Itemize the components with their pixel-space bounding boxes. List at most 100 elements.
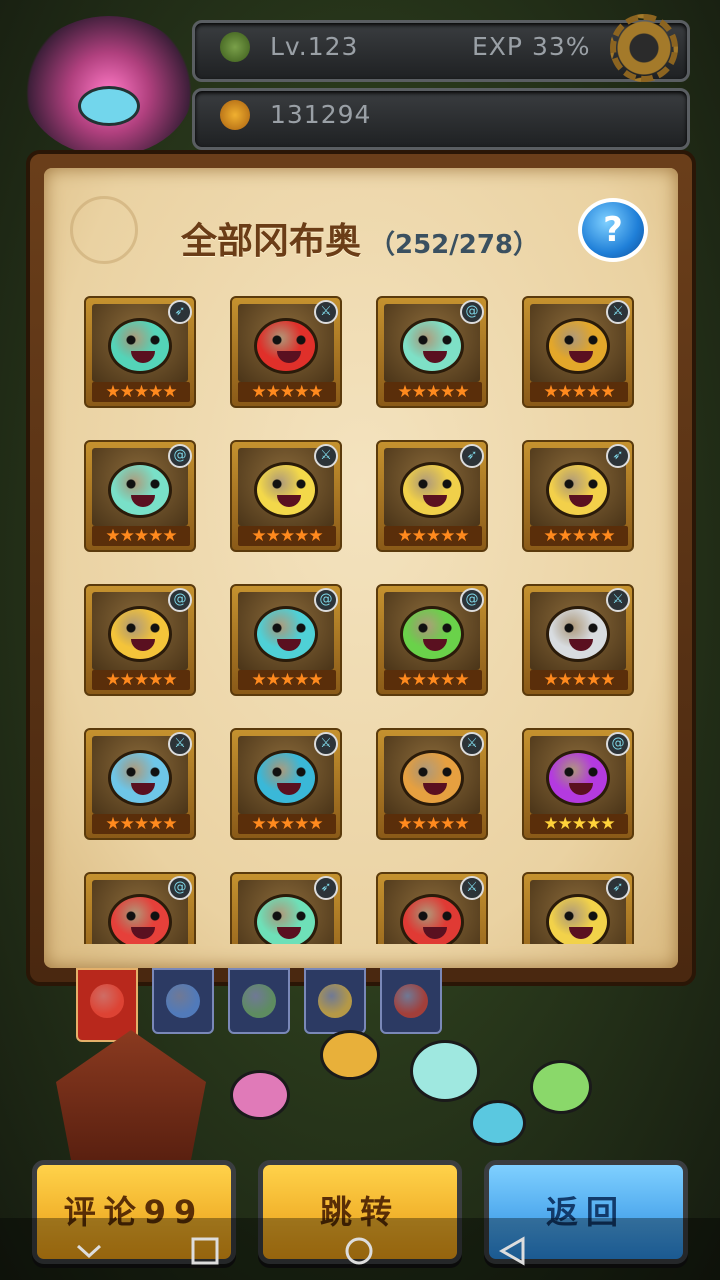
spiral-icon: @	[460, 588, 484, 612]
monster-portrait	[400, 750, 464, 806]
monster-portrait	[254, 894, 318, 944]
monster-eyes	[417, 335, 453, 345]
monster-card[interactable]: @ ★★★★★	[84, 584, 196, 696]
monster-eyes	[417, 767, 453, 777]
village-monster	[230, 1070, 290, 1120]
star-rating: ★★★★★	[92, 526, 190, 546]
village-monster	[410, 1040, 480, 1102]
monster-portrait	[400, 462, 464, 518]
currency-text: 131294	[270, 100, 372, 129]
sword-icon: ⚔	[460, 732, 484, 756]
tab-monster-icon	[394, 984, 428, 1018]
monster-mouth	[277, 927, 301, 939]
monster-card[interactable]: ⚔★★★★★	[376, 872, 488, 944]
monster-portrait	[108, 894, 172, 944]
tab-all[interactable]	[76, 968, 138, 1042]
monster-card[interactable]: @★★★★★	[84, 440, 196, 552]
monster-mouth	[277, 495, 301, 507]
monster-mouth	[131, 639, 155, 651]
monster-portrait	[400, 894, 464, 944]
monster-card[interactable]: @★★★★★	[84, 872, 196, 944]
star-rating: ★★★★★	[530, 670, 628, 690]
nav-back-icon[interactable]	[498, 1236, 528, 1266]
monster-card[interactable]: ⚔ ★★★★★	[522, 296, 634, 408]
monster-card[interactable]: ⚔ ★★★★★	[84, 728, 196, 840]
nav-home-icon[interactable]	[344, 1236, 374, 1266]
nav-down-icon[interactable]	[74, 1236, 104, 1266]
monster-card[interactable]: ➶★★★★★	[84, 296, 196, 408]
monster-card[interactable]: ⚔★★★★★	[230, 728, 342, 840]
help-button[interactable]: ?	[578, 198, 648, 262]
monster-card[interactable]: ➶★★★★★	[522, 440, 634, 552]
monster-eyes	[417, 479, 453, 489]
monster-eyes	[271, 623, 307, 633]
sword-icon: ⚔	[606, 300, 630, 324]
star-rating: ★★★★★	[238, 382, 336, 402]
monster-mouth	[277, 639, 301, 651]
village-monster	[320, 1030, 380, 1080]
arrow-icon: ➶	[606, 444, 630, 468]
sword-icon: ⚔	[168, 732, 192, 756]
monster-portrait	[108, 750, 172, 806]
monster-card[interactable]: ➶★★★★★	[376, 440, 488, 552]
monster-card[interactable]: ⚔ ★★★★★	[230, 296, 342, 408]
monster-portrait	[400, 606, 464, 662]
star-rating: ★★★★★	[92, 814, 190, 834]
fruit-icon	[220, 100, 250, 130]
spiral-icon: @	[168, 588, 192, 612]
monster-eyes	[271, 335, 307, 345]
monster-mouth	[277, 351, 301, 363]
monster-eyes	[271, 767, 307, 777]
monster-card[interactable]: @★★★★★	[230, 584, 342, 696]
tab-yellow[interactable]	[304, 968, 366, 1034]
monster-card[interactable]: @★★★★★	[522, 728, 634, 840]
monster-portrait	[254, 750, 318, 806]
exp-text: EXP 33%	[472, 32, 591, 61]
spiral-icon: @	[168, 876, 192, 900]
tab-monster-icon	[90, 984, 124, 1018]
monster-portrait	[108, 606, 172, 662]
monster-portrait	[546, 894, 610, 944]
tab-monster-icon	[318, 984, 352, 1018]
collection-title-text: 全部冈布奥	[180, 221, 361, 262]
tab-blue[interactable]	[152, 968, 214, 1034]
monster-eyes	[563, 335, 599, 345]
question-icon: ?	[603, 210, 623, 250]
monster-card[interactable]: @★★★★★	[376, 296, 488, 408]
monster-portrait	[254, 462, 318, 518]
monster-eyes	[125, 767, 161, 777]
star-rating: ★★★★★	[92, 670, 190, 690]
monster-mouth	[423, 351, 447, 363]
tab-monster-icon	[166, 984, 200, 1018]
monster-mouth	[569, 783, 593, 795]
monster-grid: ➶ ★★★★★ ⚔ ★★★★★ @ ★★★★★ ⚔ ★★★★★ @ ★★★★★ ⚔ ★★★★★ ➶ ★★★…	[84, 296, 644, 944]
tab-red[interactable]	[380, 968, 442, 1034]
monster-card[interactable]: ➶★★★★★	[522, 872, 634, 944]
monster-eyes	[125, 335, 161, 345]
monster-portrait	[546, 750, 610, 806]
monster-card[interactable]: ⚔★★★★★	[376, 728, 488, 840]
settings-gear-icon[interactable]	[610, 14, 678, 82]
monster-card[interactable]: ⚔★★★★★	[230, 440, 342, 552]
monster-portrait	[254, 606, 318, 662]
sword-icon: ⚔	[606, 588, 630, 612]
star-rating: ★★★★★	[384, 670, 482, 690]
sword-icon: ⚔	[314, 300, 338, 324]
monster-mouth	[569, 495, 593, 507]
clover-icon	[220, 32, 250, 62]
monster-card[interactable]: ⚔ ★★★★★	[522, 584, 634, 696]
arrow-icon: ➶	[168, 300, 192, 324]
star-rating: ★★★★★	[530, 814, 628, 834]
monster-portrait	[108, 318, 172, 374]
monster-eyes	[125, 623, 161, 633]
monster-portrait	[108, 462, 172, 518]
monster-card[interactable]: ➶★★★★★	[230, 872, 342, 944]
spiral-icon: @	[460, 300, 484, 324]
monster-eyes	[271, 479, 307, 489]
monster-card[interactable]: @ ★★★★★	[376, 584, 488, 696]
star-rating: ★★★★★	[530, 382, 628, 402]
monster-eyes	[417, 623, 453, 633]
tab-green[interactable]	[228, 968, 290, 1034]
nav-recents-icon[interactable]	[190, 1236, 220, 1266]
monster-mouth	[569, 639, 593, 651]
